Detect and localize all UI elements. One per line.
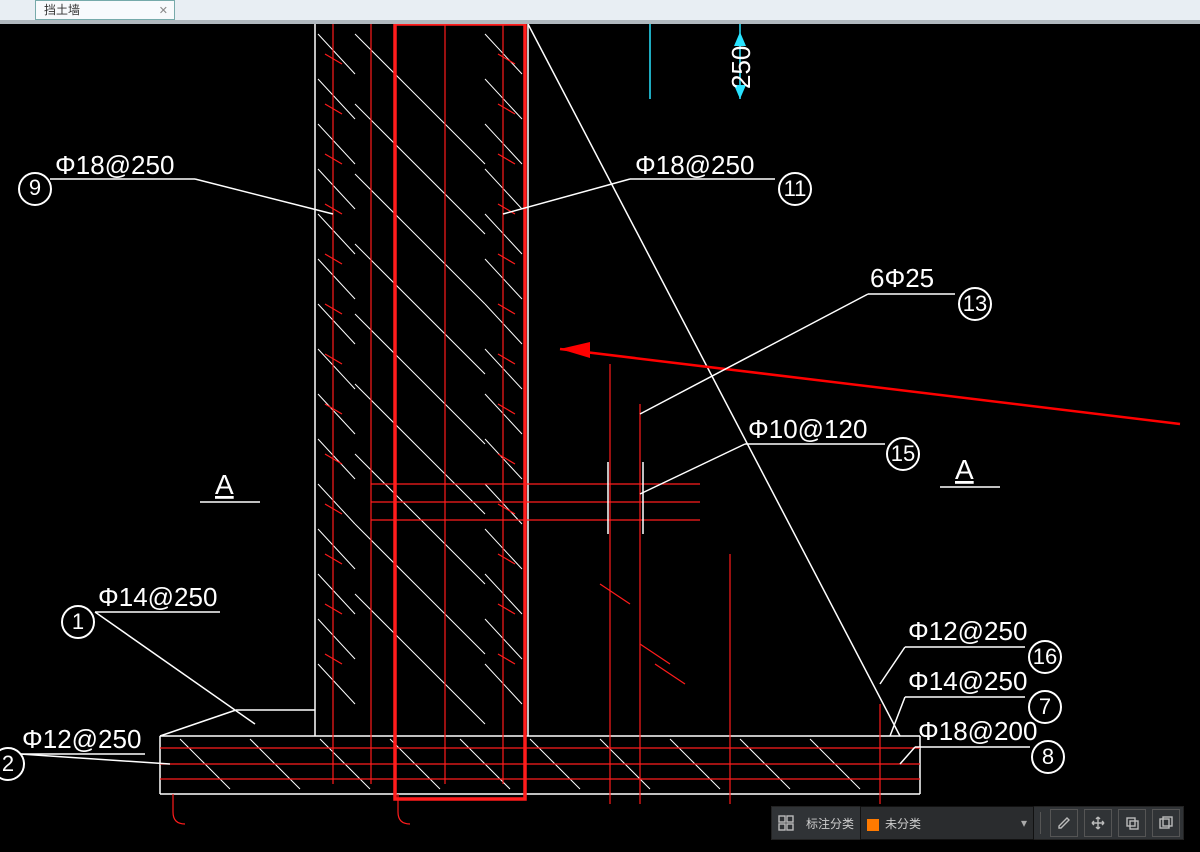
svg-text:13: 13: [963, 291, 987, 316]
label-1: Φ14@250 1: [62, 582, 255, 724]
buttress-edge: [528, 24, 900, 736]
label-8: Φ18@200 8: [900, 716, 1064, 773]
section-mark-left: A: [200, 469, 260, 502]
dimension-250: 250: [650, 24, 756, 99]
svg-text:Φ12@250: Φ12@250: [908, 616, 1027, 646]
svg-text:9: 9: [29, 175, 41, 200]
svg-text:1: 1: [72, 609, 84, 634]
move-icon[interactable]: [1084, 809, 1112, 837]
toolbar-label: 标注分类: [800, 807, 860, 839]
toolbar-category-select[interactable]: 未分类 ▾: [860, 806, 1034, 840]
svg-text:Φ18@200: Φ18@200: [918, 716, 1037, 746]
document-tab-bar: 挡土墙 ✕: [0, 0, 1200, 20]
annotation-toolbar: 标注分类 未分类 ▾: [771, 806, 1184, 840]
toolbar-category-value: 未分类: [885, 815, 921, 832]
svg-text:Φ18@250: Φ18@250: [55, 150, 174, 180]
label-2: Φ12@250 2: [0, 724, 170, 780]
copy-icon[interactable]: [1118, 809, 1146, 837]
label-11: Φ18@250 11: [503, 150, 811, 214]
svg-text:16: 16: [1033, 644, 1057, 669]
svg-text:7: 7: [1039, 694, 1051, 719]
chevron-down-icon: ▾: [1021, 816, 1027, 830]
toolbar-grid-icon[interactable]: [772, 807, 800, 839]
category-color-swatch: [867, 819, 879, 831]
hatch-stem: [180, 34, 860, 789]
svg-text:Φ14@250: Φ14@250: [908, 666, 1027, 696]
svg-text:Φ18@250: Φ18@250: [635, 150, 754, 180]
svg-text:2: 2: [2, 751, 14, 776]
svg-text:A: A: [955, 454, 974, 485]
document-tab-label: 挡土墙: [44, 3, 80, 17]
svg-text:8: 8: [1042, 744, 1054, 769]
layers-icon[interactable]: [1152, 809, 1180, 837]
label-9: Φ18@250 9: [19, 150, 333, 214]
close-icon[interactable]: ✕: [159, 2, 168, 20]
drawing-canvas[interactable]: 250: [0, 24, 1200, 852]
svg-text:Φ14@250: Φ14@250: [98, 582, 217, 612]
cad-viewport: 挡土墙 ✕ 250: [0, 0, 1200, 852]
document-tab[interactable]: 挡土墙 ✕: [35, 0, 175, 20]
annotation-arrow: [560, 342, 1180, 424]
section-mark-right: A: [940, 454, 1000, 487]
edit-icon[interactable]: [1050, 809, 1078, 837]
svg-text:Φ10@120: Φ10@120: [748, 414, 867, 444]
svg-text:6Φ25: 6Φ25: [870, 263, 934, 293]
wall-stem-outline: [160, 24, 920, 794]
svg-text:15: 15: [891, 441, 915, 466]
svg-text:250: 250: [726, 46, 756, 89]
svg-text:A: A: [215, 469, 234, 500]
svg-text:11: 11: [784, 176, 807, 201]
svg-text:Φ12@250: Φ12@250: [22, 724, 141, 754]
